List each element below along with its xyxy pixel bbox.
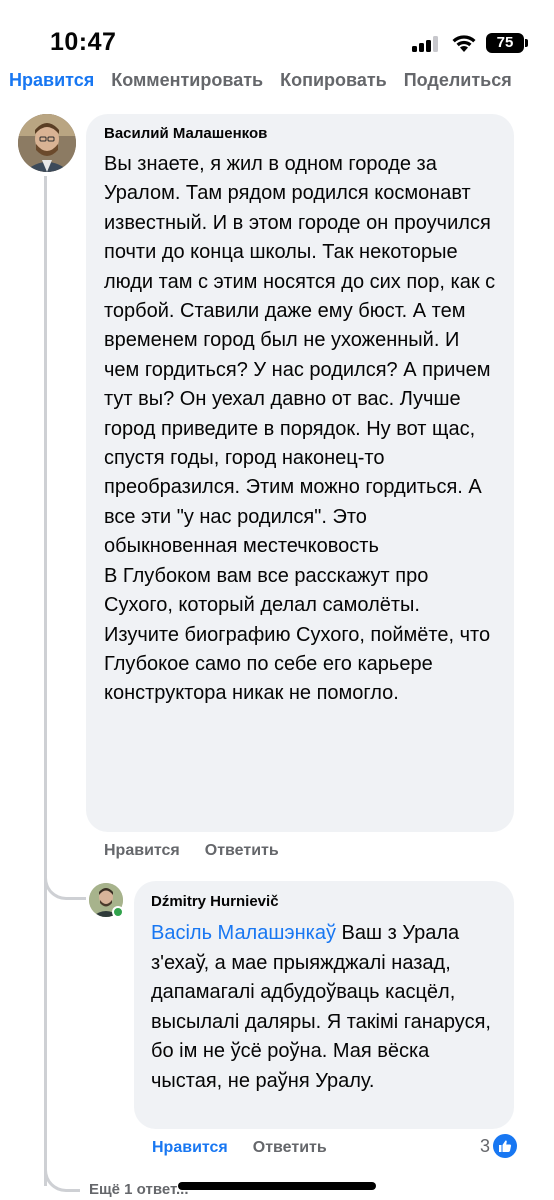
- reply-actions: Нравится Ответить: [152, 1139, 327, 1157]
- reaction-summary[interactable]: 3: [480, 1134, 518, 1158]
- mention-link[interactable]: Васіль Малашэнкаў: [151, 922, 336, 944]
- reply-like-button[interactable]: Нравится: [152, 1139, 228, 1157]
- home-indicator[interactable]: [178, 1182, 376, 1190]
- reply-text: Васіль Малашэнкаў Ваш з Урала з'ехаў, а …: [151, 919, 502, 1097]
- wifi-icon: [452, 35, 476, 52]
- reply-reply-button[interactable]: Ответить: [253, 1139, 327, 1157]
- share-action[interactable]: Поделиться: [404, 70, 512, 100]
- reply-bubble: Dźmitry Hurnievič Васіль Малашэнкаў Ваш …: [134, 881, 514, 1129]
- comment-paragraph: Вы знаете, я жил в одном городе за Урало…: [104, 153, 496, 558]
- reply-body: Ваш з Урала з'ехаў, а мае прыяжджалі наз…: [151, 922, 491, 1092]
- thread-branch-more: [44, 1158, 80, 1192]
- more-replies-link[interactable]: Ещё 1 ответ...: [89, 1181, 189, 1198]
- user-photo-icon: [18, 114, 76, 172]
- battery-cap: [525, 39, 528, 47]
- battery-icon: 75: [486, 33, 524, 53]
- reply-author[interactable]: Dźmitry Hurnievič: [151, 892, 502, 912]
- online-status-indicator: [112, 906, 124, 918]
- thread-line: [44, 176, 47, 1186]
- comment-action[interactable]: Комментировать: [111, 70, 263, 100]
- comment-text: Вы знаете, я жил в одном городе за Урало…: [104, 150, 500, 709]
- like-action[interactable]: Нравится: [9, 70, 94, 100]
- reaction-count: 3: [480, 1135, 491, 1156]
- comment-bubble: Василий Малашенков Вы знаете, я жил в од…: [86, 114, 514, 832]
- signal-icon: [412, 36, 442, 52]
- comment-actions: Нравится Ответить: [104, 842, 279, 860]
- avatar[interactable]: [18, 114, 76, 172]
- comment-paragraph: В Глубоком вам все расскажут про Сухого,…: [104, 564, 491, 705]
- status-time: 10:47: [50, 28, 117, 56]
- post-action-bar: Нравится Комментировать Копировать Подел…: [0, 70, 554, 100]
- thumbs-up-icon: [493, 1134, 518, 1158]
- comment-author[interactable]: Василий Малашенков: [104, 124, 500, 144]
- comment-like-button[interactable]: Нравится: [104, 842, 180, 860]
- thread-branch: [44, 866, 86, 900]
- comment-reply-button[interactable]: Ответить: [205, 842, 279, 860]
- status-bar: 10:47 75: [0, 0, 554, 64]
- copy-action[interactable]: Копировать: [280, 70, 387, 100]
